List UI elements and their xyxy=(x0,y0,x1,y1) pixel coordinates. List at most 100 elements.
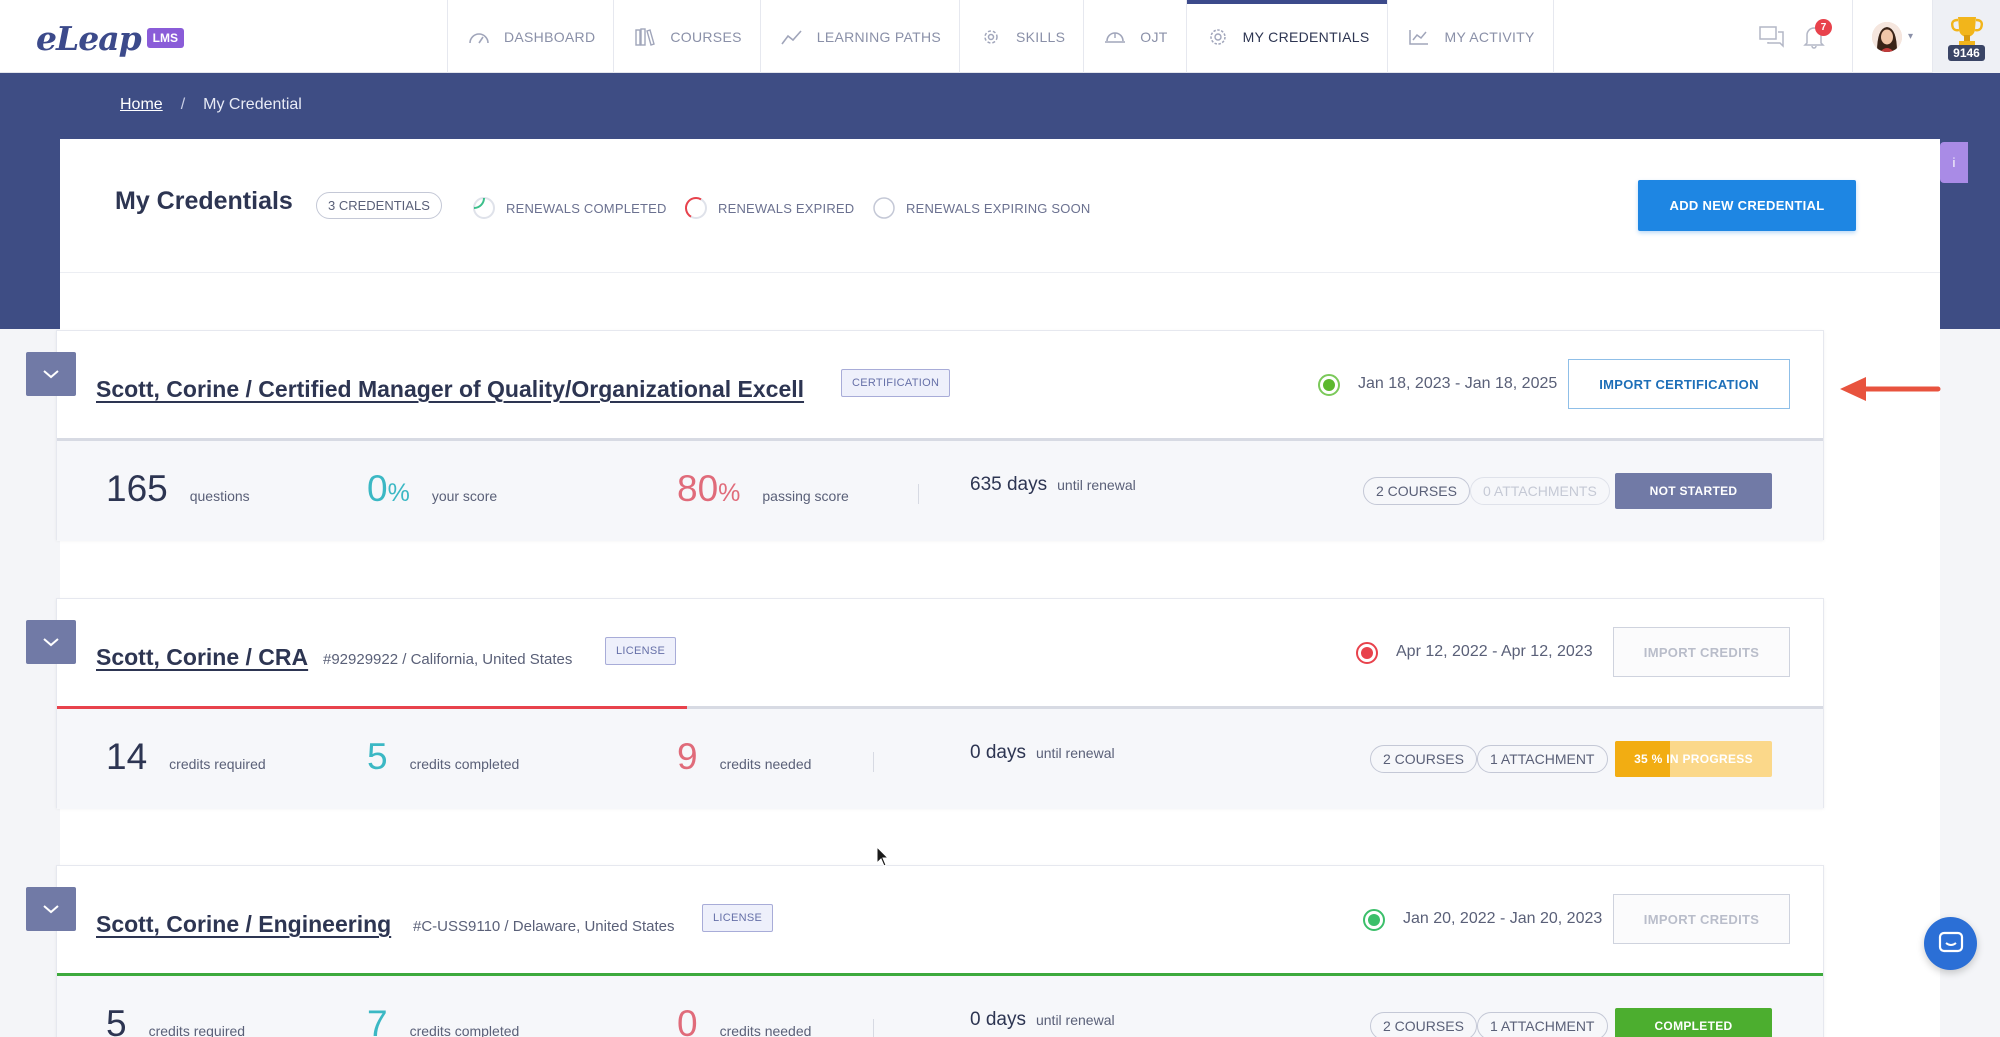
breadcrumb: Home / My Credential xyxy=(120,96,302,114)
add-new-credential-button[interactable]: ADD NEW CREDENTIAL xyxy=(1638,180,1856,231)
courses-pill[interactable]: 2 COURSES xyxy=(1363,477,1470,505)
metric-credits-completed: 5 credits completed xyxy=(367,736,519,778)
import-credits-button[interactable]: IMPORT CREDITS xyxy=(1613,627,1790,677)
breadcrumb-current: My Credential xyxy=(203,96,302,113)
status-button-in-progress[interactable]: 35 % IN PROGRESS xyxy=(1615,741,1772,777)
metric-label: credits required xyxy=(169,756,266,772)
credential-title-link[interactable]: Scott, Corine / CRA xyxy=(96,644,308,671)
points-badge: 9146 xyxy=(1948,44,1985,61)
chevron-down-icon xyxy=(43,638,59,647)
nav-label: COURSES xyxy=(670,28,742,45)
credential-details: 5 credits required 7 credits completed 0… xyxy=(57,976,1823,1037)
topbar-actions: 7 ▾ 9146 xyxy=(1752,0,2000,73)
metric-value: 7 xyxy=(367,1003,388,1037)
nav-item-dashboard[interactable]: DASHBOARD xyxy=(447,0,613,73)
metric-credits-needed: 9 credits needed xyxy=(677,736,811,778)
logo-text: eLeap xyxy=(36,18,142,58)
books-icon xyxy=(632,27,658,47)
trophy-icon xyxy=(1950,16,1983,46)
legend-renewals-expired[interactable]: RENEWALS EXPIRED xyxy=(684,196,854,220)
credential-dates: Jan 18, 2023 - Jan 18, 2025 xyxy=(1358,375,1558,392)
metric-questions: 165 questions xyxy=(106,468,250,510)
page-title: My Credentials xyxy=(115,187,293,215)
metric-passing-score: 80% passing score xyxy=(677,468,849,510)
expand-toggle-button[interactable] xyxy=(26,352,76,396)
metric-value: 5 xyxy=(367,736,388,777)
attachments-pill[interactable]: 1 ATTACHMENT xyxy=(1477,1012,1608,1037)
attachments-pill[interactable]: 0 ATTACHMENTS xyxy=(1470,477,1610,505)
expand-toggle-button[interactable] xyxy=(26,887,76,931)
main-nav: DASHBOARD COURSES LEARNING PATHS SKILLS … xyxy=(447,0,1554,73)
legend-renewals-expiring-soon[interactable]: RENEWALS EXPIRING SOON xyxy=(872,196,1091,220)
metric-value: 80 xyxy=(677,468,719,509)
logo[interactable]: eLeap LMS xyxy=(36,18,184,58)
ring-icon xyxy=(473,197,495,219)
days-label: until renewal xyxy=(1035,1012,1115,1028)
nav-item-learning-paths[interactable]: LEARNING PATHS xyxy=(759,0,959,73)
credential-type-tag: CERTIFICATION xyxy=(841,369,951,397)
credential-details: 165 questions 0% your score 80% passing … xyxy=(57,441,1823,541)
credential-subtitle: #92929922 / California, United States xyxy=(323,651,573,668)
legend-label: RENEWALS COMPLETED xyxy=(506,200,667,216)
credential-header: Scott, Corine / CRA #92929922 / Californ… xyxy=(57,599,1823,707)
skills-icon xyxy=(978,27,1004,47)
import-credits-button[interactable]: IMPORT CREDITS xyxy=(1613,894,1790,944)
chevron-down-icon: ▾ xyxy=(1907,31,1914,42)
legend-label: RENEWALS EXPIRED xyxy=(718,200,855,216)
credential-title-link[interactable]: Scott, Corine / Certified Manager of Qua… xyxy=(96,376,804,403)
credential-details: 14 credits required 5 credits completed … xyxy=(57,709,1823,809)
nav-item-courses[interactable]: COURSES xyxy=(613,0,759,73)
metric-label: credits needed xyxy=(719,756,812,772)
credential-type-tag: LICENSE xyxy=(702,904,774,932)
metric-credits-needed: 0 credits needed xyxy=(677,1003,811,1037)
nav-item-my-activity[interactable]: MY ACTIVITY xyxy=(1387,0,1554,73)
nav-label: MY CREDENTIALS xyxy=(1242,28,1370,45)
breadcrumb-home-link[interactable]: Home xyxy=(120,96,163,114)
nav-item-ojt[interactable]: OJT xyxy=(1083,0,1185,73)
gauge-icon xyxy=(466,27,492,47)
nav-item-my-credentials[interactable]: MY CREDENTIALS xyxy=(1185,0,1388,73)
nav-item-skills[interactable]: SKILLS xyxy=(959,0,1083,73)
avatar xyxy=(1871,21,1902,52)
ring-icon xyxy=(873,197,895,219)
nav-label: MY ACTIVITY xyxy=(1444,28,1535,45)
legend-renewals-completed[interactable]: RENEWALS COMPLETED xyxy=(472,196,667,220)
metric-label: credits required xyxy=(148,1023,246,1037)
metric-label: credits completed xyxy=(409,1023,520,1037)
path-icon xyxy=(779,27,805,47)
annotation-arrow-icon xyxy=(1840,377,1941,401)
attachments-pill[interactable]: 1 ATTACHMENT xyxy=(1477,745,1608,773)
top-navbar: eLeap LMS DASHBOARD COURSES LEARNING PAT… xyxy=(0,0,2000,73)
import-certification-button[interactable]: IMPORT CERTIFICATION xyxy=(1568,359,1790,409)
metric-value: 14 xyxy=(106,736,148,777)
points-trophy[interactable]: 9146 xyxy=(1932,0,2000,73)
credential-title-link[interactable]: Scott, Corine / Engineering xyxy=(96,911,391,938)
notifications-bell-icon[interactable]: 7 xyxy=(1794,17,1834,57)
metric-value: 9 xyxy=(677,736,698,777)
credential-card: Scott, Corine / CRA #92929922 / Californ… xyxy=(26,598,1824,809)
messages-icon[interactable] xyxy=(1752,17,1792,57)
days-until-renewal: 0 days until renewal xyxy=(970,742,1115,764)
user-menu[interactable]: ▾ xyxy=(1852,0,1932,73)
credential-header: Scott, Corine / Engineering #C-USS9110 /… xyxy=(57,866,1823,974)
status-label: NOT STARTED xyxy=(1649,484,1738,498)
status-button-not-started[interactable]: NOT STARTED xyxy=(1615,473,1772,509)
metric-value: 0 xyxy=(367,468,388,509)
metric-label: questions xyxy=(189,488,250,504)
credential-subtitle: #C-USS9110 / Delaware, United States xyxy=(413,918,675,935)
notification-count-badge: 7 xyxy=(1815,18,1832,36)
info-side-tab[interactable]: i xyxy=(1940,142,1968,183)
credential-card: Scott, Corine / Certified Manager of Qua… xyxy=(26,330,1824,541)
nav-label: LEARNING PATHS xyxy=(816,28,941,45)
status-button-completed[interactable]: COMPLETED xyxy=(1615,1008,1772,1037)
status-dot-icon xyxy=(1318,374,1340,396)
chat-widget-button[interactable] xyxy=(1924,917,1977,970)
legend-label: RENEWALS EXPIRING SOON xyxy=(906,200,1091,216)
days-until-renewal: 635 days until renewal xyxy=(970,474,1136,496)
credentials-header: My Credentials 3 CREDENTIALS RENEWALS CO… xyxy=(60,139,1940,273)
status-dot-icon xyxy=(1363,909,1385,931)
courses-pill[interactable]: 2 COURSES xyxy=(1370,1012,1477,1037)
courses-pill[interactable]: 2 COURSES xyxy=(1370,745,1477,773)
expand-toggle-button[interactable] xyxy=(26,620,76,664)
metric-value: 165 xyxy=(106,468,168,509)
